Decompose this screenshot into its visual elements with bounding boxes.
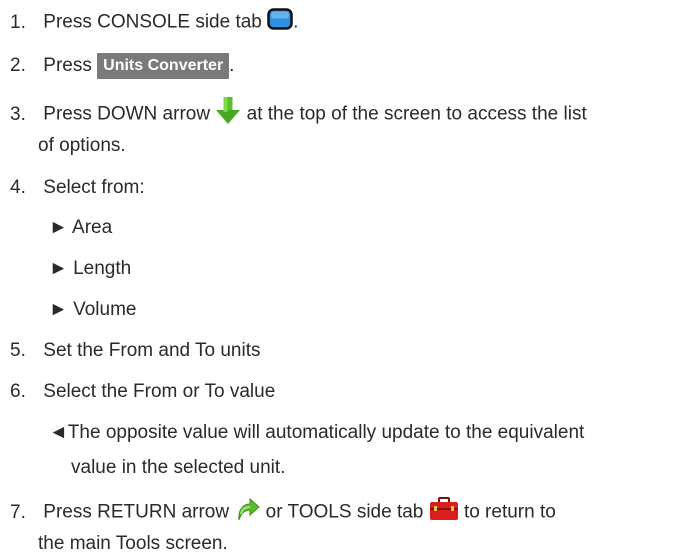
- step-text: Press RETURN arrow: [43, 501, 230, 523]
- step-text-end: to return to: [463, 501, 556, 523]
- step-number: 6.: [10, 381, 26, 402]
- units-converter-button[interactable]: Units Converter: [97, 53, 230, 79]
- return-arrow-icon: [234, 496, 261, 529]
- step-7-line-2: the main Tools screen.: [38, 533, 228, 554]
- step-text-continued: or TOOLS side tab: [265, 501, 424, 523]
- down-arrow-icon: [215, 97, 241, 132]
- step-2: 2. Press Units Converter.: [10, 53, 234, 79]
- step-4: 4. Select from:: [10, 176, 145, 200]
- step-5: 5. Set the From and To units: [10, 339, 261, 363]
- console-tab-icon: [267, 8, 293, 37]
- step-text: Set the From and To units: [43, 340, 261, 361]
- step-number: 3.: [10, 103, 26, 125]
- step-text: Select the From or To value: [43, 381, 276, 402]
- step-3: 3. Press DOWN arrow at the top of the sc…: [10, 97, 587, 132]
- step-number: 7.: [10, 501, 26, 523]
- step-number: 4.: [10, 177, 26, 198]
- step-number: 2.: [10, 55, 26, 77]
- option-area: ► Area: [49, 217, 113, 238]
- option-length: ► Length: [49, 258, 132, 279]
- tools-toolbox-icon: [429, 497, 459, 528]
- step-3-line-2: of options.: [38, 135, 126, 156]
- step-number: 5.: [10, 340, 26, 361]
- option-volume: ► Volume: [49, 299, 137, 320]
- step-number: 1.: [10, 11, 26, 33]
- step-text: Press: [43, 55, 92, 77]
- note-line-1: ◄The opposite value will automatically u…: [49, 422, 585, 443]
- step-1: 1. Press CONSOLE side tab .: [10, 8, 298, 37]
- step-text: Press DOWN arrow: [43, 103, 211, 125]
- step-text-continued: at the top of the screen to access the l…: [246, 103, 587, 125]
- step-7: 7. Press RETURN arrow or TOOLS side tab …: [10, 496, 556, 529]
- step-text: Press CONSOLE side tab: [43, 11, 262, 33]
- step-text-suffix: .: [293, 11, 299, 33]
- step-text: Select from:: [43, 177, 145, 198]
- instructions-document: 1. Press CONSOLE side tab . 2. Press Uni…: [0, 0, 678, 560]
- note-line-2: value in the selected unit.: [71, 457, 286, 478]
- step-text-suffix: .: [229, 55, 235, 77]
- step-6: 6. Select the From or To value: [10, 380, 275, 404]
